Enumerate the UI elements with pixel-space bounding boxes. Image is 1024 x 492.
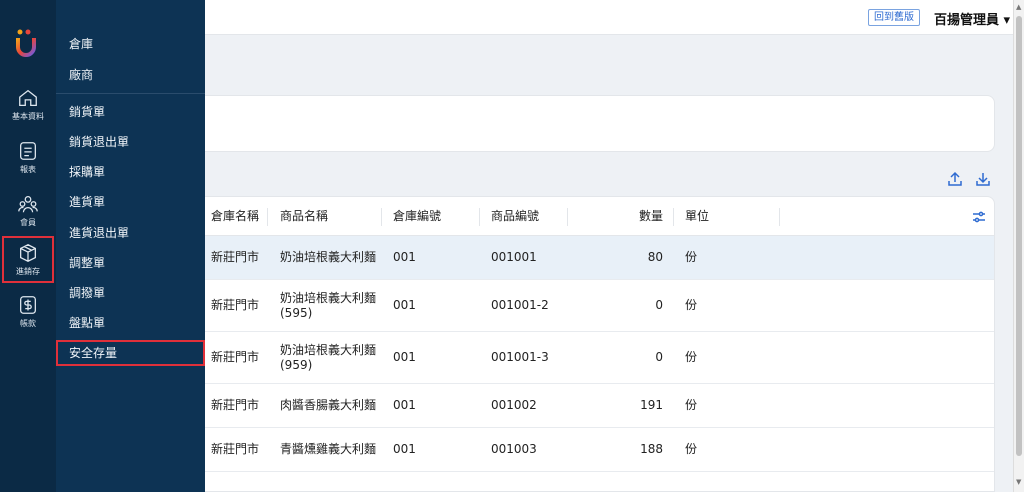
column-settings-icon[interactable]: [971, 209, 987, 225]
app-logo[interactable]: [14, 28, 40, 58]
user-menu[interactable]: 百揚管理員 ▾: [934, 9, 1010, 28]
upload-icon[interactable]: [946, 170, 964, 188]
rail-item-basic-data[interactable]: 基本資料: [0, 80, 56, 128]
cell-product-no: 001003: [491, 442, 537, 456]
dollar-icon: [20, 295, 36, 314]
cell-unit: 份: [685, 442, 698, 456]
submenu-item-purchase-return[interactable]: 進貨退出單: [56, 220, 205, 246]
cell-warehouse: 新莊門市: [211, 298, 260, 312]
top-bar: 回到舊版 百揚管理員 ▾: [205, 0, 1013, 35]
cell-product-no: 001002: [491, 398, 537, 412]
rail-item-reports[interactable]: 報表: [0, 133, 56, 181]
cell-warehouse: 新莊門市: [211, 250, 260, 264]
column-divider: [381, 208, 382, 226]
submenu-item-warehouse[interactable]: 倉庫: [56, 31, 205, 57]
cell-warehouse-no: 001: [393, 442, 416, 456]
column-divider: [479, 208, 480, 226]
rail-item-members[interactable]: 會員: [0, 186, 56, 234]
inventory-submenu: 倉庫 廠商 銷貨單 銷貨退出單 採購單 進貨單 進貨退出單 調整單 調撥單 盤點…: [56, 0, 205, 492]
cell-warehouse: 新莊門市: [211, 442, 260, 456]
column-header-quantity[interactable]: 數量: [601, 197, 663, 236]
submenu-item-goods-receipt[interactable]: 進貨單: [56, 189, 205, 215]
column-header-warehouse[interactable]: 倉庫名稱: [211, 197, 259, 236]
submenu-item-sales-return[interactable]: 銷貨退出單: [56, 129, 205, 155]
cell-unit: 份: [685, 350, 698, 364]
cell-product: 奶油培根義大利麵 (959): [280, 342, 377, 372]
scroll-up-arrow[interactable]: ▲: [1016, 3, 1021, 11]
table-row[interactable]: 新莊門市 青醬燻雞義大利麵 001 001003 188 份: [205, 428, 994, 472]
cell-quantity: 0: [655, 298, 663, 312]
cell-product-no: 001001: [491, 250, 537, 264]
table-row-partial[interactable]: [205, 472, 994, 491]
cell-product: 奶油培根義大利麵: [280, 250, 377, 264]
cell-product: 青醬燻雞義大利麵: [280, 442, 377, 456]
rail-item-label: 會員: [20, 217, 36, 227]
table-row[interactable]: 新莊門市 奶油培根義大利麵 001 001001 80 份: [205, 236, 994, 280]
cell-warehouse: 新莊門市: [211, 398, 260, 412]
submenu-item-purchase-order[interactable]: 採購單: [56, 159, 205, 185]
scroll-down-arrow[interactable]: ▼: [1016, 478, 1021, 486]
icon-rail: 基本資料 報表 會員 進銷存 帳款: [0, 0, 56, 492]
box-icon: [20, 244, 36, 262]
submenu-divider: [56, 93, 205, 94]
rail-item-label: 基本資料: [12, 111, 44, 121]
cell-warehouse-no: 001: [393, 398, 416, 412]
cell-quantity: 191: [640, 398, 663, 412]
cell-product-no: 001001-2: [491, 298, 549, 312]
cell-quantity: 188: [640, 442, 663, 456]
rail-item-label: 帳款: [20, 318, 36, 328]
scrollbar-thumb[interactable]: [1016, 16, 1022, 456]
column-header-warehouse-no[interactable]: 倉庫編號: [393, 197, 441, 236]
submenu-item-safety-stock[interactable]: 安全存量: [56, 340, 205, 366]
members-icon: [18, 195, 38, 212]
cell-warehouse-no: 001: [393, 250, 416, 264]
page-scrollbar[interactable]: ▲ ▼: [1013, 0, 1024, 492]
submenu-item-stocktake[interactable]: 盤點單: [56, 310, 205, 336]
rail-item-label: 進銷存: [16, 267, 40, 276]
column-divider: [267, 208, 268, 226]
old-version-button[interactable]: 回到舊版: [868, 9, 920, 26]
cell-unit: 份: [685, 398, 698, 412]
inventory-table: 倉庫名稱 商品名稱 倉庫編號 商品編號 數量 單位 新莊門市 奶油培根義大利麵 00…: [205, 196, 995, 492]
cell-unit: 份: [685, 298, 698, 312]
submenu-item-adjustment[interactable]: 調整單: [56, 250, 205, 276]
table-row[interactable]: 新莊門市 奶油培根義大利麵 (959) 001 001001-3 0 份: [205, 332, 994, 384]
cell-quantity: 0: [655, 350, 663, 364]
table-row[interactable]: 新莊門市 肉醬香腸義大利麵 001 001002 191 份: [205, 384, 994, 428]
cell-product: 奶油培根義大利麵 (595): [280, 290, 377, 320]
submenu-item-sales-order[interactable]: 銷貨單: [56, 99, 205, 125]
cell-unit: 份: [685, 250, 698, 264]
rail-item-inventory[interactable]: 進銷存: [2, 236, 54, 283]
cell-warehouse: 新莊門市: [211, 350, 260, 364]
cell-warehouse-no: 001: [393, 350, 416, 364]
rail-item-accounts[interactable]: 帳款: [0, 287, 56, 335]
submenu-item-transfer[interactable]: 調撥單: [56, 280, 205, 306]
cell-product-no: 001001-3: [491, 350, 549, 364]
column-header-product-no[interactable]: 商品編號: [491, 197, 539, 236]
cell-warehouse-no: 001: [393, 298, 416, 312]
table-header: 倉庫名稱 商品名稱 倉庫編號 商品編號 數量 單位: [205, 197, 994, 236]
column-header-unit[interactable]: 單位: [685, 197, 709, 236]
cell-product: 肉醬香腸義大利麵: [280, 398, 377, 412]
column-header-product[interactable]: 商品名稱: [280, 197, 328, 236]
column-divider: [779, 208, 780, 226]
column-divider: [567, 208, 568, 226]
home-icon: [19, 89, 37, 106]
report-icon: [20, 141, 36, 160]
rail-item-label: 報表: [20, 164, 36, 174]
table-row[interactable]: 新莊門市 奶油培根義大利麵 (595) 001 001001-2 0 份: [205, 280, 994, 332]
filter-card: [205, 95, 995, 152]
download-icon[interactable]: [974, 170, 992, 188]
submenu-item-vendor[interactable]: 廠商: [56, 62, 205, 88]
column-divider: [673, 208, 674, 226]
cell-quantity: 80: [647, 250, 663, 264]
